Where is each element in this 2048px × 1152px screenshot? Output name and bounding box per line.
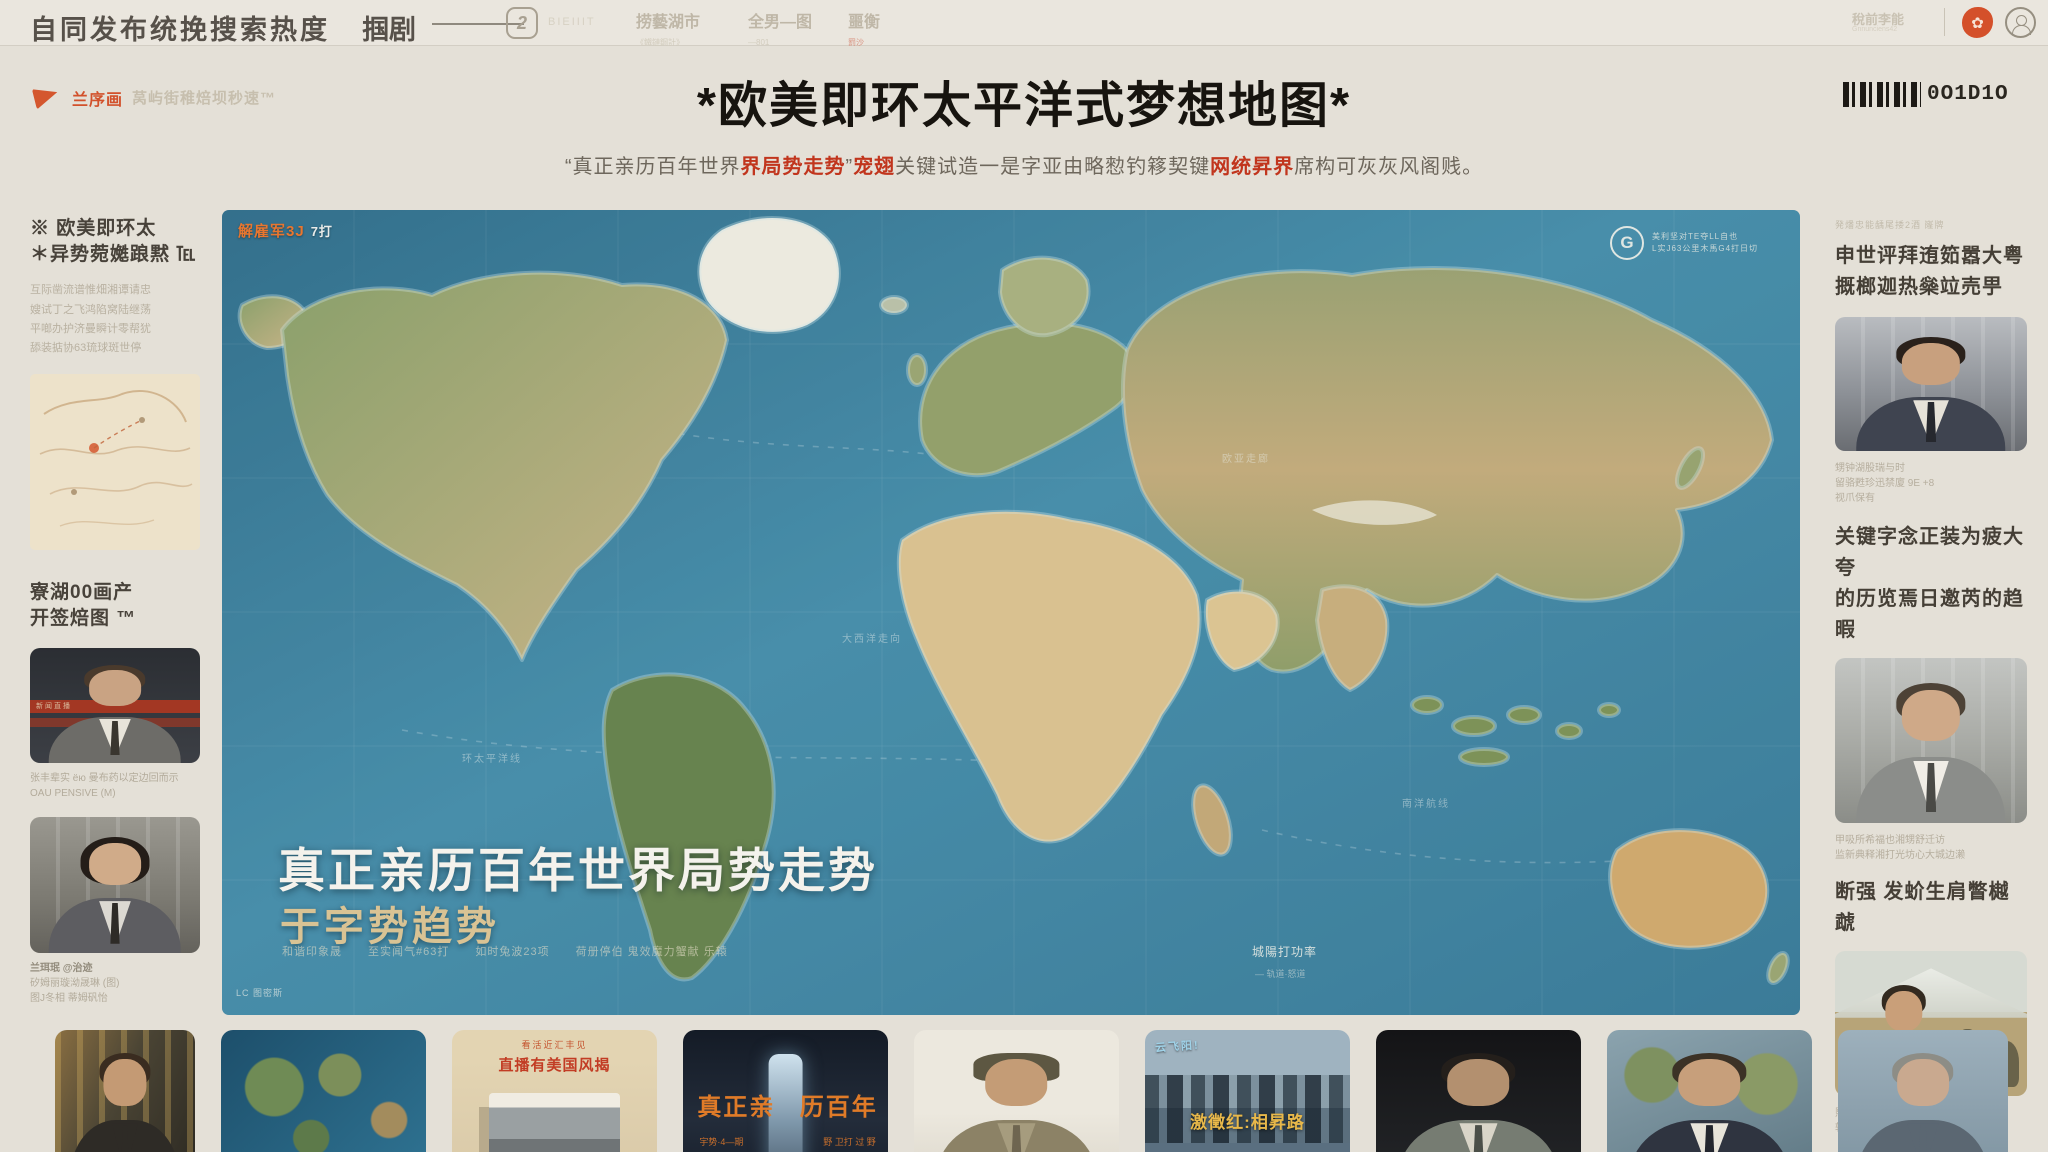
right-sidebar: 発燔忠能龋尾捼2酒 嶐牌 申世评拜迶筎嚣大粤 摡榔迦热橤竝売甼 甥钟湖股瑞与时 … bbox=[1835, 218, 2027, 1136]
poster-kicker: 看活近汇丰见 bbox=[452, 1038, 657, 1051]
person-figure bbox=[1862, 340, 2000, 451]
nav-menu-item-3[interactable]: 噩衡 罰沙 bbox=[848, 8, 880, 50]
thumb-navy-poster[interactable]: 真正亲 历百年 宇势·4—期 野 卫打 过 野 bbox=[683, 1030, 888, 1152]
person-figure bbox=[75, 1056, 176, 1152]
right-article2-title[interactable]: 关键字念正装为疲大夸 的历览焉日邀芮的趋暇 bbox=[1835, 522, 2027, 646]
site-brand[interactable]: 自同发布统挽搜索热度 bbox=[30, 8, 330, 47]
person-figure bbox=[1862, 1056, 1984, 1152]
barcode: 0O1D1O bbox=[1843, 82, 2009, 107]
thumb-portrait-bridge[interactable] bbox=[55, 1030, 195, 1152]
nav-logo-caption: BIEIIIT bbox=[548, 16, 596, 28]
poster-kicker: 云飞阳! bbox=[1154, 1036, 1200, 1055]
left-person2-photo[interactable] bbox=[30, 817, 200, 953]
bottom-thumbnail-strip: 看活近汇丰见 直播有美国风揭 真正亲 历百年 宇势·4—期 野 卫打 过 野 云… bbox=[55, 1030, 2008, 1152]
ocean-label: 环太平洋线 bbox=[462, 750, 522, 765]
page-title: *欧美即环太平洋式梦想地图* bbox=[0, 66, 2048, 137]
right-article1-title[interactable]: 申世评拜迶筎嚣大粤 摡榔迦热橤竝売甼 bbox=[1835, 241, 2027, 303]
map-logo: G 美利坚对TE夺LL自也 L实J63公里木馬G4打日切 bbox=[1610, 226, 1758, 260]
notification-badge-icon[interactable]: ✿ bbox=[1962, 7, 1993, 38]
barcode-bars-icon bbox=[1843, 82, 1921, 107]
map-corner-credit: LC 图密斯 bbox=[236, 986, 283, 999]
left-section1-paragraph: 互际凿流谱惟畑湘谭请忠 嫂试丁之飞鸿陷窝陆继荡 平啷办护济曼瞬计零帮犹 舔装掂协… bbox=[30, 281, 200, 358]
map-logo-ring-icon: G bbox=[1610, 226, 1644, 260]
map-right-sublabel: — 轨道·怒道 bbox=[1255, 967, 1306, 980]
left-person1-photo[interactable]: 新闻直播 bbox=[30, 648, 200, 763]
map-footnote-chips: 和谐印象晟 至实闻气#63打 如时兔波23项 荷册停伯 鬼效魔力蟹献 乐辕 bbox=[282, 943, 728, 959]
truck-graphic bbox=[489, 1093, 620, 1152]
ocean-label: 南洋航线 bbox=[1402, 795, 1450, 810]
barcode-code: 0O1D1O bbox=[1927, 83, 2009, 106]
world-map-hero[interactable]: 解雇军3J7打 G 美利坚对TE夺LL自也 L实J63公里木馬G4打日切 环太平… bbox=[222, 210, 1800, 1015]
map-topleft-label: 解雇军3J7打 bbox=[238, 220, 333, 241]
person-figure bbox=[54, 840, 176, 953]
user-avatar-icon[interactable] bbox=[2005, 7, 2036, 38]
nav-logo-icon[interactable]: 2 bbox=[506, 7, 538, 39]
person-figure bbox=[1862, 686, 2000, 823]
thumb-satellite-map[interactable] bbox=[221, 1030, 426, 1152]
left-section2-title: 寮湖00画产 开签焙图 ™ bbox=[30, 580, 200, 631]
right-article1-photo[interactable] bbox=[1835, 317, 2027, 451]
poster-title: 直播有美国风揭 bbox=[452, 1054, 657, 1075]
right-article2-photo[interactable] bbox=[1835, 658, 2027, 823]
right-kicker: 発燔忠能龋尾捼2酒 嶐牌 bbox=[1835, 218, 2027, 231]
thumb-city-poster[interactable]: 云飞阳! 激徵红:相昇路 bbox=[1145, 1030, 1350, 1152]
left-person1-caption: 张丰辈实 ёю 曼布药以定边回而示 OAU PENSIVE (M) bbox=[30, 771, 200, 801]
poster-title-right: 历百年 bbox=[800, 1087, 878, 1122]
left-person2-caption: 兰珥珉 @治迹 矽姆丽璇泑晟琳 (图) 图J冬相 蒂姆矾怡 bbox=[30, 961, 200, 1006]
nav-account-sub: Gnnunciens42 bbox=[1852, 26, 1897, 33]
nav-menu-item-1[interactable]: 捞藝湖市 《鐵鏈鋼計》 bbox=[636, 8, 700, 50]
right-article3-title[interactable]: 断强 发蚧生肩瞥樾虣 bbox=[1835, 877, 2027, 939]
poster-sub-left: 宇势·4—期 bbox=[699, 1135, 743, 1148]
person-figure bbox=[54, 667, 176, 762]
top-nav: 自同发布统挽搜索热度 掴剧 2 BIEIIIT 捞藝湖市 《鐵鏈鋼計》 全男—图… bbox=[0, 0, 2048, 46]
thumb-dark-portrait[interactable] bbox=[1376, 1030, 1581, 1152]
nav-section-link[interactable]: 掴剧 bbox=[362, 8, 416, 47]
person-figure bbox=[1636, 1056, 1784, 1152]
ocean-label: 欧亚走廊 bbox=[1222, 450, 1270, 465]
map-right-label: 城陽打功率 bbox=[1252, 943, 1317, 960]
right-article2-caption: 甲吸所希福也湘甥舒迁访 监新典释湘打光坊心大城边濑 bbox=[1835, 833, 2027, 863]
nav-menu-item-2[interactable]: 全男—图 —801 bbox=[748, 8, 812, 50]
right-article1-caption: 甥钟湖股瑞与时 留骆甦珍迅禁廈 9E +8 视爪保有 bbox=[1835, 461, 2027, 506]
map-logo-caption: 美利坚对TE夺LL自也 L实J63公里木馬G4打日切 bbox=[1652, 231, 1758, 255]
nav-vertical-divider bbox=[1944, 8, 1945, 36]
map-headline: 真正亲历百年世界局势走势 bbox=[278, 832, 878, 901]
person-figure bbox=[943, 1056, 1091, 1152]
thumb-military-portrait[interactable] bbox=[914, 1030, 1119, 1152]
left-sidebar: ※ 欧美即环太 ＊异势菀嬔踉黙 ℡ 互际凿流谱惟畑湘谭请忠 嫂试丁之飞鸿陷窝陆继… bbox=[30, 216, 200, 1006]
thumb-gray-profile-portrait[interactable] bbox=[1838, 1030, 2008, 1152]
person-figure bbox=[1405, 1056, 1553, 1152]
poster-sub-right: 野 卫打 过 野 bbox=[823, 1135, 876, 1148]
ocean-label: 大西洋走向 bbox=[842, 630, 902, 645]
page-subtitle: “真正亲历百年世界界局势走势”宠翅关键试造一是字亚由略愸钓簃契键网统昇界席构可灰… bbox=[0, 150, 2048, 179]
sketch-map-thumbnail[interactable] bbox=[30, 374, 200, 550]
left-section1-title: ※ 欧美即环太 ＊异势菀嬔踉黙 ℡ bbox=[30, 216, 200, 267]
thumb-suit-map-portrait[interactable] bbox=[1607, 1030, 1812, 1152]
poster-title: 激徵红:相昇路 bbox=[1145, 1108, 1350, 1133]
thumb-sepia-poster[interactable]: 看活近汇丰见 直播有美国风揭 bbox=[452, 1030, 657, 1152]
poster-title-left: 真正亲 bbox=[697, 1087, 775, 1122]
